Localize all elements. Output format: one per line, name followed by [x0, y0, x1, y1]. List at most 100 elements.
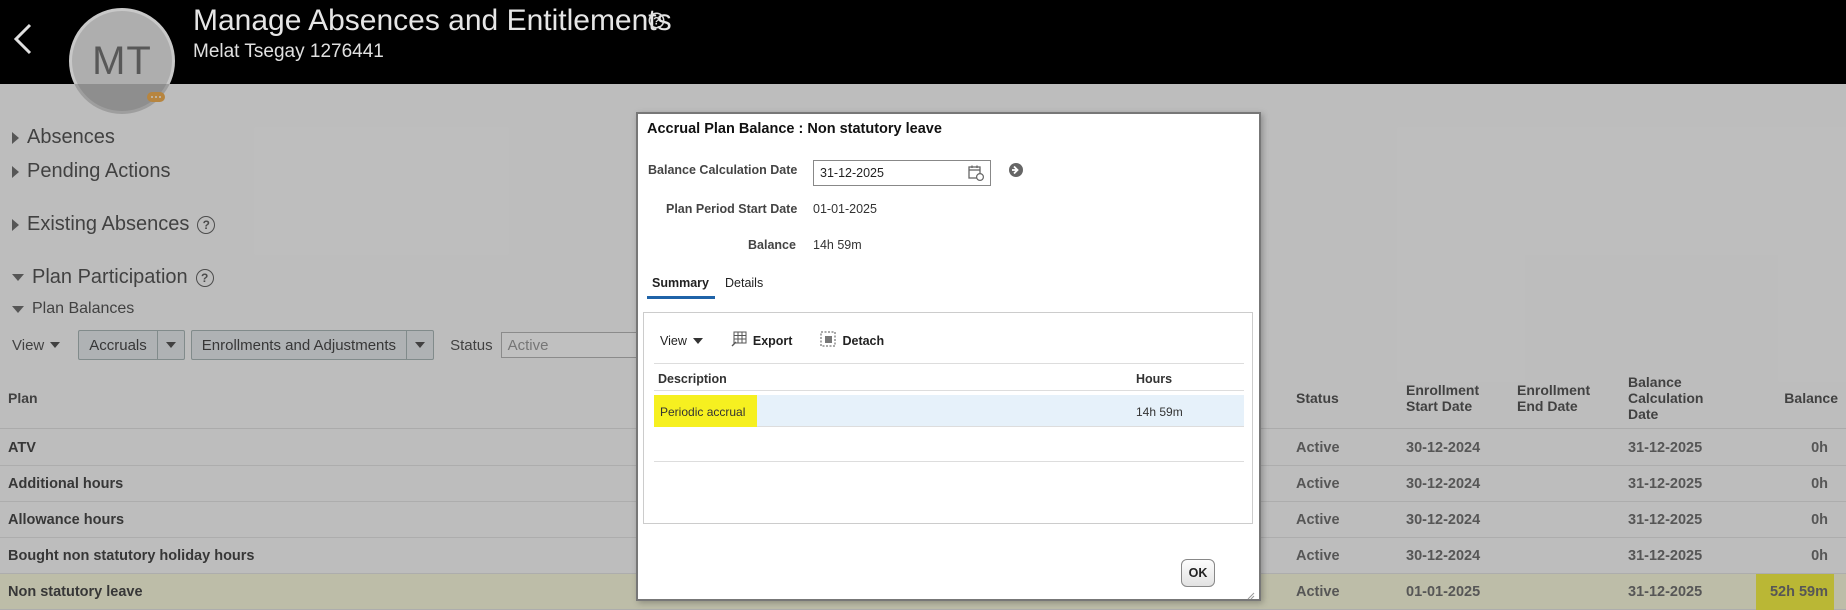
row-hours: 14h 59m [1136, 405, 1183, 419]
panel-toolbar: View Export Detach [660, 331, 912, 350]
accruals-dropdown[interactable] [156, 331, 184, 359]
calculation-date: 31-12-2025 [1628, 548, 1703, 564]
col-status[interactable]: Status [1296, 390, 1339, 406]
view-menu[interactable]: View [660, 334, 703, 348]
detach-icon [820, 331, 836, 350]
balance-value: 14h 59m [813, 238, 862, 252]
section-label: Existing Absences [27, 213, 190, 235]
help-icon[interactable]: ? [648, 12, 665, 34]
plan-name[interactable]: Additional hours [8, 476, 123, 492]
plan-balance[interactable]: 0h [1811, 548, 1828, 564]
col-hours[interactable]: Hours [1136, 372, 1172, 386]
inner-table-row[interactable]: Periodic accrual 14h 59m [654, 395, 1244, 427]
enrollment-start: 30-12-2024 [1406, 512, 1481, 528]
section-pending-actions[interactable]: Pending Actions [12, 160, 170, 183]
view-menu[interactable]: View [12, 336, 61, 354]
section-plan-participation[interactable]: Plan Participation ? [12, 266, 214, 289]
help-icon[interactable]: ? [195, 268, 214, 287]
export-label: Export [752, 333, 793, 348]
section-label: Absences [27, 126, 115, 148]
ok-button[interactable]: OK [1181, 559, 1215, 587]
plan-status: Active [1296, 548, 1340, 564]
chevron-down-icon [50, 342, 61, 348]
collapse-icon [12, 305, 24, 313]
plan-name[interactable]: Allowance hours [8, 512, 124, 528]
inner-table-header: Description Hours [654, 363, 1244, 391]
calendar-icon[interactable] [968, 165, 985, 184]
export-icon [731, 331, 747, 350]
col-balance[interactable]: Balance [1784, 390, 1838, 406]
expand-icon [12, 131, 19, 144]
calc-date-label: Balance Calculation Date [648, 163, 798, 177]
plan-name[interactable]: ATV [8, 440, 36, 456]
period-start-label: Plan Period Start Date [666, 202, 798, 216]
col-label: Calculation [1628, 390, 1704, 406]
date-value: 31-12-2025 [820, 166, 884, 180]
col-label: Start Date [1406, 398, 1473, 414]
col-balance-calculation-date[interactable]: Balance Calculation Date [1628, 374, 1703, 422]
collapse-icon [12, 274, 24, 281]
help-icon[interactable]: ? [197, 215, 216, 234]
chevron-down-icon [692, 337, 703, 344]
enrollments-button-group: Enrollments and Adjustments [190, 330, 435, 360]
export-button[interactable]: Export [731, 331, 793, 350]
calculation-date: 31-12-2025 [1628, 512, 1703, 528]
section-absences[interactable]: Absences [12, 126, 115, 149]
col-label: Enrollment [1406, 382, 1480, 398]
expand-icon [12, 218, 19, 231]
summary-panel: View Export Detach Description Hours Per… [643, 312, 1253, 524]
col-label: Balance [1628, 374, 1682, 390]
enrollments-button[interactable]: Enrollments and Adjustments [192, 331, 406, 359]
calculation-date: 31-12-2025 [1628, 440, 1703, 456]
table-divider [654, 461, 1244, 462]
col-description[interactable]: Description [658, 372, 727, 386]
balance-calculation-date-input[interactable]: 31-12-2025 [813, 160, 991, 186]
detach-label: Detach [842, 333, 885, 348]
detach-button[interactable]: Detach [820, 331, 884, 350]
section-plan-balances[interactable]: Plan Balances [12, 300, 134, 318]
page-title: Manage Absences and Entitlements [193, 4, 672, 37]
page-header: Manage Absences and Entitlements ? Melat… [0, 0, 1846, 84]
back-icon[interactable] [10, 22, 36, 56]
col-label: Date [1628, 406, 1659, 422]
go-arrow-icon[interactable] [1008, 162, 1024, 183]
chevron-down-icon [165, 342, 176, 348]
plan-balances-toolbar: View Accruals Enrollments and Adjustment… [12, 330, 671, 360]
plan-status: Active [1296, 584, 1340, 600]
accruals-button-group: Accruals [78, 330, 185, 360]
col-enrollment-end[interactable]: Enrollment End Date [1517, 382, 1590, 414]
tab-details[interactable]: Details [725, 276, 763, 296]
balance-label: Balance [748, 238, 796, 252]
col-plan[interactable]: Plan [8, 390, 38, 406]
period-start-value: 01-01-2025 [813, 202, 877, 216]
section-label: Plan Balances [32, 300, 135, 317]
person-name: Melat Tsegay 1276441 [193, 41, 384, 62]
accruals-button[interactable]: Accruals [79, 331, 157, 359]
plan-balance[interactable]: 52h 59m [1770, 584, 1828, 600]
plan-name[interactable]: Non statutory leave [8, 584, 143, 600]
col-enrollment-start[interactable]: Enrollment Start Date [1406, 382, 1479, 414]
plan-balance[interactable]: 0h [1811, 440, 1828, 456]
dialog-tabs: Summary Details [643, 276, 1253, 299]
accrual-plan-balance-dialog: Accrual Plan Balance : Non statutory lea… [636, 112, 1261, 601]
col-label: End Date [1517, 398, 1578, 414]
more-icon[interactable] [147, 92, 165, 102]
plan-status: Active [1296, 440, 1340, 456]
plan-balance[interactable]: 0h [1811, 476, 1828, 492]
plan-name[interactable]: Bought non statutory holiday hours [8, 548, 255, 564]
enrollments-dropdown[interactable] [406, 331, 433, 359]
plan-status: Active [1296, 512, 1340, 528]
resize-handle-icon[interactable] [1247, 587, 1255, 600]
calculation-date: 31-12-2025 [1628, 476, 1703, 492]
section-label: Plan Participation [32, 266, 188, 288]
tab-summary[interactable]: Summary [647, 276, 715, 299]
calculation-date: 31-12-2025 [1628, 584, 1703, 600]
expand-icon [12, 165, 19, 178]
chevron-down-icon [415, 342, 426, 348]
enrollment-start: 30-12-2024 [1406, 548, 1481, 564]
svg-text:?: ? [653, 16, 660, 28]
section-existing-absences[interactable]: Existing Absences ? [12, 213, 216, 236]
view-label: View [12, 336, 45, 354]
plan-status: Active [1296, 476, 1340, 492]
plan-balance[interactable]: 0h [1811, 512, 1828, 528]
